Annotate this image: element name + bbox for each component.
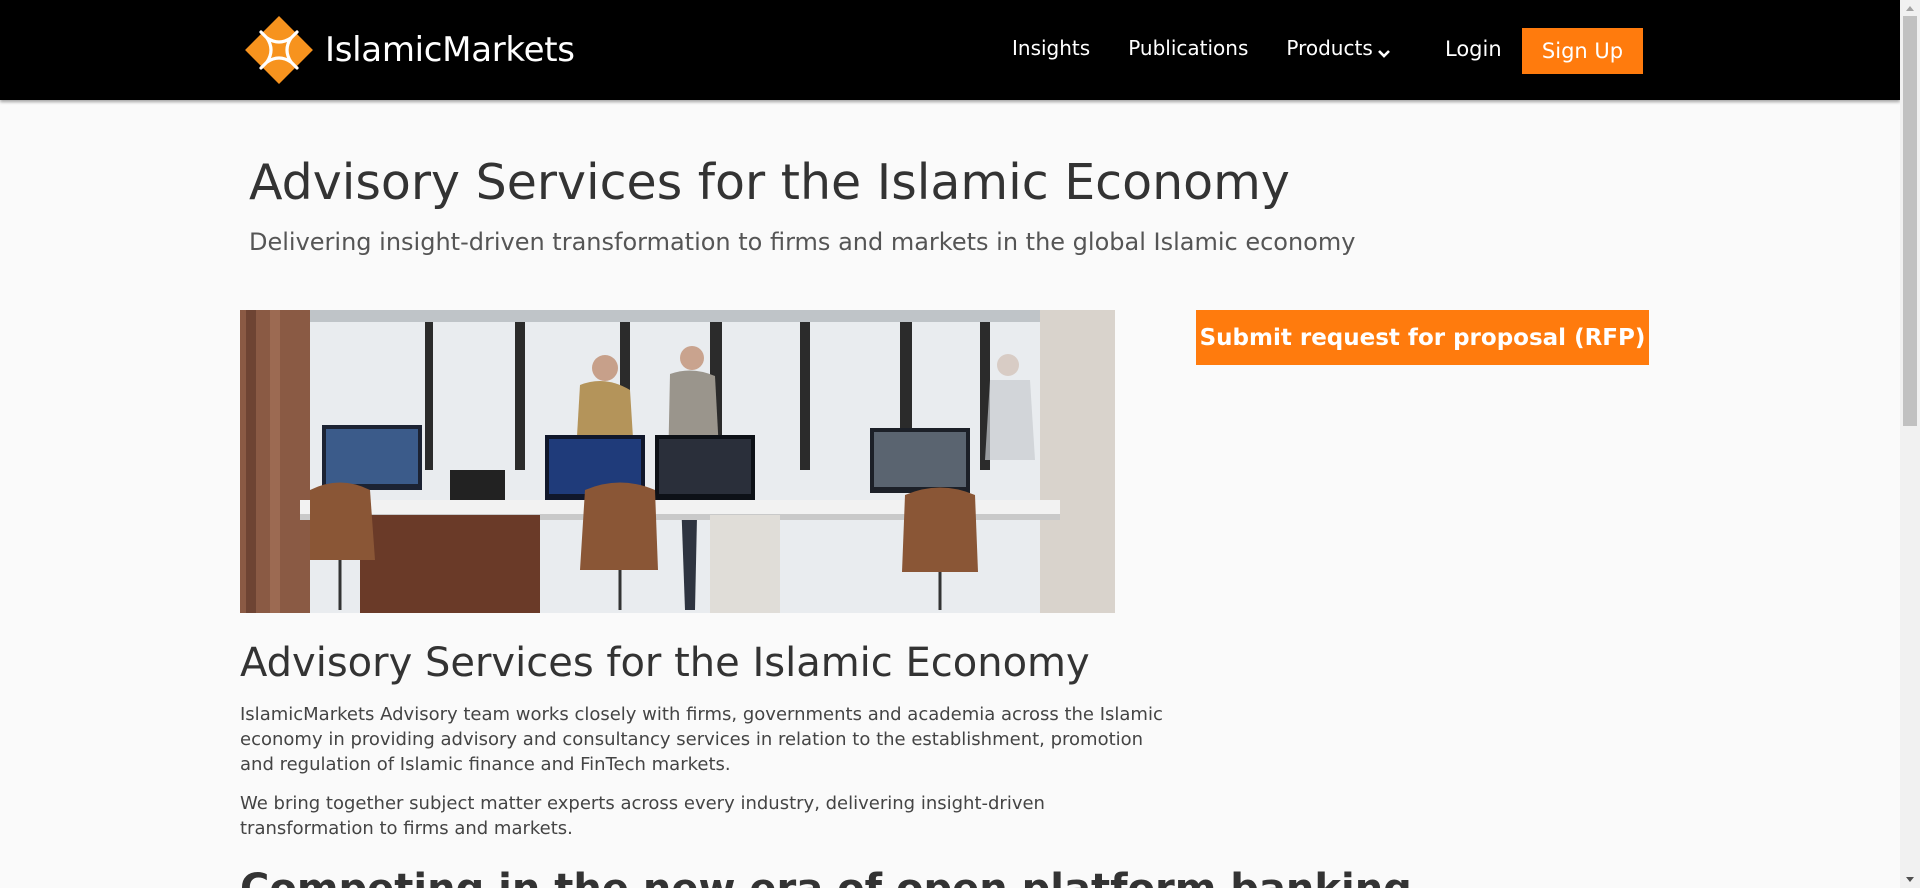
scrollbar-thumb[interactable] [1903,16,1917,426]
nav-products[interactable]: Products [1286,36,1390,60]
section-title: Advisory Services for the Islamic Econom… [240,640,1090,686]
intro-paragraph: IslamicMarkets Advisory team works close… [240,704,1163,775]
login-link[interactable]: Login [1445,37,1502,61]
scroll-down-arrow-icon[interactable] [1900,872,1920,888]
page-title: Advisory Services for the Islamic Econom… [249,154,1290,211]
page-subtitle: Delivering insight-driven transformation… [249,228,1356,256]
main-nav: Insights Publications Products [1012,36,1391,60]
nav-products-label: Products [1286,36,1373,60]
signup-button[interactable]: Sign Up [1522,28,1643,74]
islamicmarkets-logo-icon [245,16,313,84]
page-scrollbar[interactable] [1900,0,1920,888]
chevron-down-icon [1377,41,1391,58]
scroll-up-arrow-icon[interactable] [1900,0,1920,16]
submit-rfp-button[interactable]: Submit request for proposal (RFP) [1196,310,1649,365]
secondary-paragraph: We bring together subject matter experts… [240,793,1045,839]
nav-publications[interactable]: Publications [1128,36,1248,60]
next-section-heading: Competing in the new era of open platfor… [240,866,1412,888]
nav-insights[interactable]: Insights [1012,36,1090,60]
top-navigation-bar: IslamicMarkets Insights Publications Pro… [0,0,1900,100]
office-photo [240,310,1115,613]
logo-wordmark: IslamicMarkets [325,30,575,70]
site-logo[interactable]: IslamicMarkets [245,16,575,84]
